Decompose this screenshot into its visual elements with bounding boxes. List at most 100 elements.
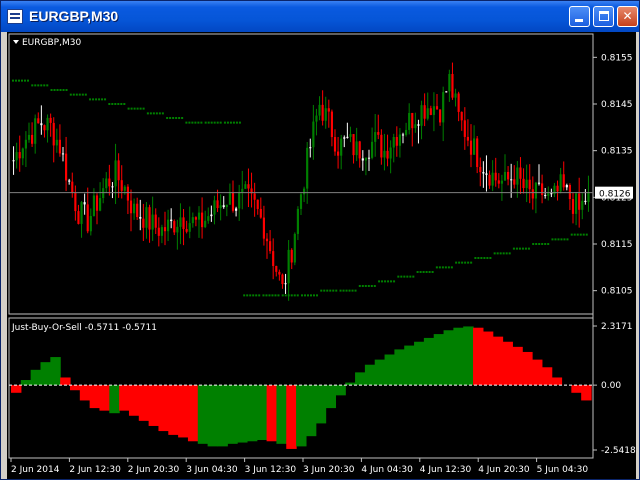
candle-body — [439, 109, 442, 123]
candle-body — [293, 233, 296, 263]
candle-body — [299, 194, 303, 209]
candle-body — [21, 148, 24, 159]
candle-body — [120, 180, 123, 191]
candle-body — [559, 174, 562, 192]
candle-body — [52, 122, 55, 146]
time-tick-label: 5 Jun 04:30 — [537, 465, 589, 475]
candle-body — [99, 198, 102, 211]
chart-area[interactable]: EURGBP,M30 Just-Buy-Or-Sell -0.5711 -0.5… — [7, 32, 636, 479]
candle-body — [578, 193, 581, 210]
candle-body — [408, 112, 411, 130]
indicator-bar — [502, 341, 513, 386]
candle-body — [417, 124, 420, 126]
candle-body — [507, 171, 510, 180]
candle-body — [129, 200, 133, 214]
candle-body — [494, 172, 497, 181]
maximize-button[interactable] — [593, 6, 614, 27]
candle-body — [571, 199, 575, 214]
close-icon: ✕ — [622, 9, 633, 23]
candle-body — [575, 193, 578, 214]
time-tick-label: 4 Jun 04:30 — [361, 465, 413, 475]
candle-body — [460, 111, 463, 121]
candle-body — [83, 202, 86, 205]
indicator-bar — [463, 326, 474, 386]
candle-body — [12, 160, 15, 162]
candle-body — [287, 249, 290, 284]
candle-body — [423, 105, 426, 119]
candle-body — [176, 226, 179, 233]
candle-body — [256, 199, 259, 209]
candle-body — [333, 137, 337, 152]
candle-body — [398, 134, 401, 146]
price-tick-label: 0.8145 — [601, 100, 633, 110]
time-tick-label: 2 Jun 2014 — [11, 465, 60, 475]
candle-body — [541, 183, 544, 196]
candle-body — [395, 136, 398, 146]
candle-body — [40, 123, 43, 126]
indicator-bar — [364, 364, 376, 386]
indicator-bar — [335, 385, 346, 396]
candle-body — [315, 115, 318, 122]
candle-body — [253, 193, 256, 200]
candle-body — [371, 141, 374, 158]
candle-body — [544, 195, 547, 197]
indicator-bar — [69, 385, 81, 391]
indicator-bar — [276, 385, 287, 444]
indicator-bar — [394, 349, 405, 386]
indicator-bar — [79, 385, 91, 401]
candle-body — [92, 195, 95, 217]
close-button[interactable]: ✕ — [617, 6, 638, 27]
candle-body — [383, 150, 386, 158]
minimize-button[interactable] — [569, 6, 590, 27]
candle-body — [445, 91, 448, 93]
candle-body — [457, 93, 460, 112]
panel-menu-triangle-icon[interactable] — [13, 40, 19, 44]
candle-body — [111, 186, 114, 188]
candle-body — [321, 104, 324, 121]
candle-body — [80, 202, 83, 224]
candle-body — [367, 157, 371, 159]
indicator-bar — [178, 385, 189, 438]
terminal-window: EURGBP,M30 ✕ EURGBP,M30 Just-Buy-Or-Sell… — [0, 0, 640, 480]
candle-body — [482, 172, 485, 174]
candle-body — [519, 167, 522, 179]
maximize-icon — [599, 11, 609, 21]
candle-body — [228, 192, 231, 205]
candle-body — [513, 179, 516, 185]
candle-body — [442, 92, 445, 123]
minimize-icon — [575, 19, 583, 22]
title-bar[interactable]: EURGBP,M30 ✕ — [1, 1, 639, 32]
candle-body — [65, 153, 68, 181]
indicator-bar — [197, 385, 209, 444]
candle-body — [182, 217, 185, 230]
candle-body — [550, 193, 553, 195]
window-title: EURGBP,M30 — [29, 8, 119, 24]
candle-body — [272, 251, 275, 266]
candle-body — [318, 104, 321, 116]
candle-body — [34, 118, 37, 144]
candle-body — [432, 106, 435, 115]
candle-body — [534, 182, 537, 199]
indicator-bar — [423, 337, 435, 386]
chart-svg[interactable]: EURGBP,M30 Just-Buy-Or-Sell -0.5711 -0.5… — [7, 32, 636, 479]
indicator-bar — [443, 330, 454, 386]
candle-body — [108, 178, 111, 187]
candle-body — [148, 207, 151, 230]
candle-body — [380, 134, 383, 158]
candle-body — [235, 208, 238, 211]
price-tick-label: 0.8155 — [601, 53, 633, 63]
candle-body — [27, 134, 31, 140]
candle-body — [278, 271, 281, 275]
candle-body — [473, 138, 476, 155]
indicator-bar — [286, 385, 297, 449]
indicator-bar — [168, 385, 179, 435]
candle-body — [142, 218, 145, 228]
candle-body — [584, 200, 587, 202]
candle-body — [401, 134, 405, 136]
candle-body — [405, 129, 408, 135]
candle-body — [210, 214, 213, 217]
candle-body — [191, 217, 194, 224]
candle-body — [55, 139, 58, 146]
indicator-bar — [404, 345, 415, 386]
indicator-bar — [148, 385, 160, 426]
